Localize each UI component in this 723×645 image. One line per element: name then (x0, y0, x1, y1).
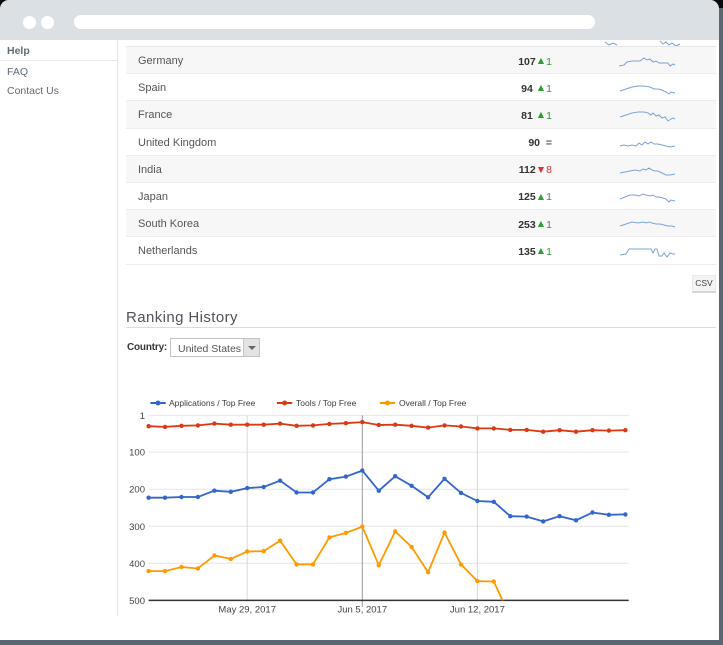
svg-text:100: 100 (129, 448, 145, 459)
svg-text:400: 400 (129, 559, 145, 570)
svg-text:Jun 5, 2017: Jun 5, 2017 (337, 605, 387, 616)
svg-text:200: 200 (129, 485, 145, 496)
svg-text:300: 300 (129, 522, 145, 533)
svg-text:Overall / Top Free: Overall / Top Free (399, 398, 467, 408)
svg-text:Applications / Top Free: Applications / Top Free (169, 398, 256, 408)
svg-text:May 29, 2017: May 29, 2017 (218, 605, 276, 616)
svg-text:1: 1 (140, 411, 145, 422)
svg-text:Jun 12, 2017: Jun 12, 2017 (450, 605, 505, 616)
svg-text:Tools / Top Free: Tools / Top Free (296, 398, 357, 408)
svg-text:500: 500 (129, 596, 145, 607)
